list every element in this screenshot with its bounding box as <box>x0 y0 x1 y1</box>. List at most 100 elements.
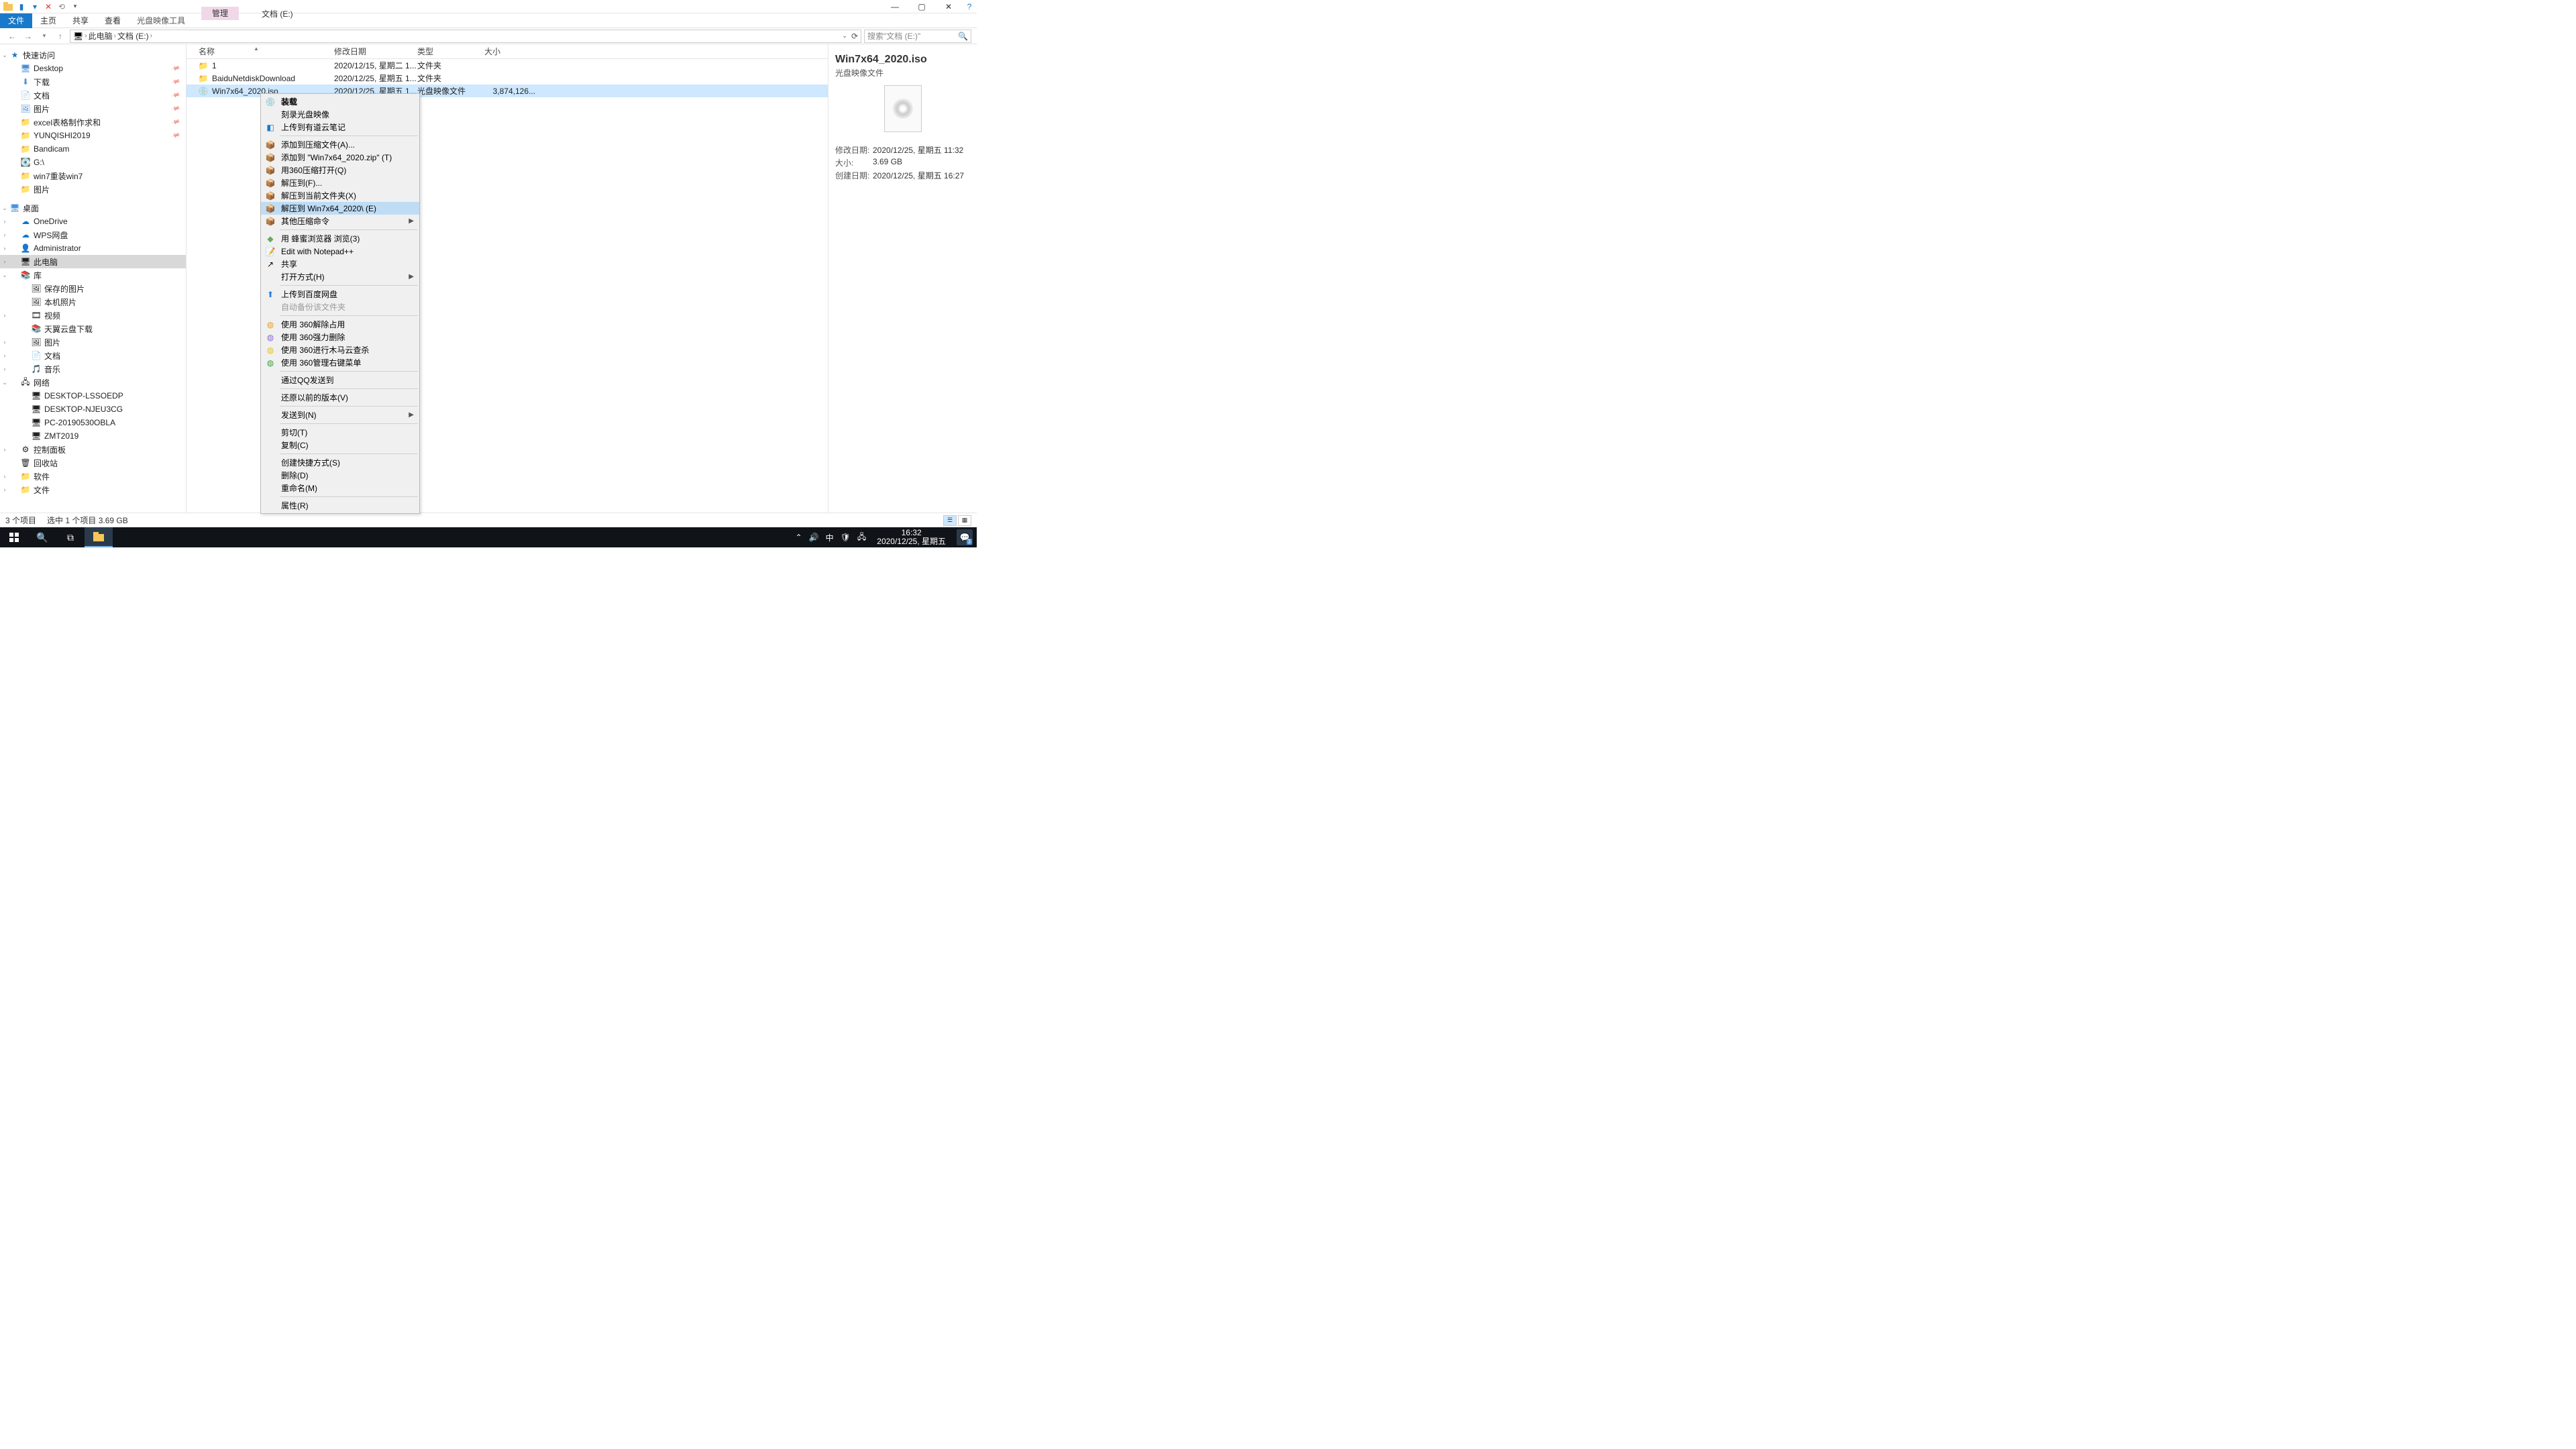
tab-share[interactable]: 共享 <box>64 13 97 28</box>
tree-admin[interactable]: ›👤Administrator <box>0 241 186 255</box>
ctx-open-360zip[interactable]: 📦用360压缩打开(Q) <box>261 164 419 176</box>
ctx-360-delete[interactable]: ◍使用 360强力删除 <box>261 331 419 343</box>
tree-yunqishi[interactable]: 📁YUNQISHI2019 <box>0 129 186 142</box>
tab-view[interactable]: 查看 <box>97 13 129 28</box>
ctx-send-to[interactable]: 发送到(N)▶ <box>261 409 419 421</box>
tree-gdrive[interactable]: 💽G:\ <box>0 156 186 169</box>
tab-iso-tools[interactable]: 光盘映像工具 <box>129 13 193 28</box>
ctx-youdao[interactable]: ◧上传到有道云笔记 <box>261 121 419 133</box>
tab-home[interactable]: 主页 <box>32 13 64 28</box>
ctx-honey-browser[interactable]: ◆用 蜂蜜浏览器 浏览(3) <box>261 232 419 245</box>
ctx-delete[interactable]: 删除(D) <box>261 469 419 482</box>
tree-tianyi[interactable]: 📚天翼云盘下载 <box>0 322 186 335</box>
clock[interactable]: 16:32 2020/12/25, 星期五 <box>873 529 950 546</box>
search-icon[interactable]: 🔍 <box>958 32 968 41</box>
tree-pc4[interactable]: 🖥ZMT2019 <box>0 429 186 443</box>
tree-music[interactable]: ›🎵音乐 <box>0 362 186 376</box>
ctx-other-zip[interactable]: 📦其他压缩命令▶ <box>261 215 419 227</box>
action-center-button[interactable]: 💬3 <box>957 529 973 545</box>
undo-icon[interactable]: ▾ <box>30 1 40 12</box>
view-details-button[interactable]: ☰ <box>943 515 957 526</box>
tree-recycle[interactable]: 🗑回收站 <box>0 456 186 470</box>
view-icons-button[interactable]: ▦ <box>958 515 971 526</box>
network-icon[interactable]: 🖧 <box>857 531 866 545</box>
tree-videos[interactable]: ›🎞视频 <box>0 309 186 322</box>
ctx-cut[interactable]: 剪切(T) <box>261 426 419 439</box>
ctx-restore-prev[interactable]: 还原以前的版本(V) <box>261 391 419 404</box>
tree-quick-access[interactable]: ⌄★快速访问 <box>0 48 186 62</box>
ctx-properties[interactable]: 属性(R) <box>261 499 419 512</box>
addr-dropdown-icon[interactable]: ⌄ <box>842 32 847 40</box>
col-name[interactable]: 名称▲ <box>186 46 334 57</box>
tree-files[interactable]: ›📁文件 <box>0 483 186 496</box>
tree-pics-lib[interactable]: ›🖼图片 <box>0 335 186 349</box>
volume-icon[interactable]: 🔊 <box>809 533 819 542</box>
explorer-taskbar-button[interactable] <box>85 527 113 547</box>
tree-downloads[interactable]: ⬇下载 <box>0 75 186 89</box>
security-icon[interactable]: 🛡 <box>841 533 851 542</box>
refresh-button[interactable]: ⟳ <box>851 32 858 41</box>
tree-pc2[interactable]: 🖥DESKTOP-NJEU3CG <box>0 402 186 416</box>
ctx-baidu-upload[interactable]: ⬆上传到百度网盘 <box>261 288 419 301</box>
history-dropdown[interactable]: ▾ <box>38 30 51 43</box>
forward-button[interactable]: → <box>21 30 35 43</box>
maximize-button[interactable]: ▢ <box>908 0 935 13</box>
ctx-rename[interactable]: 重命名(M) <box>261 482 419 494</box>
ctx-shortcut[interactable]: 创建快捷方式(S) <box>261 456 419 469</box>
ctx-burn[interactable]: 刻录光盘映像 <box>261 108 419 121</box>
ctx-mount[interactable]: 💿装载 <box>261 95 419 108</box>
task-view-button[interactable]: ⧉ <box>56 527 85 547</box>
col-size[interactable]: 大小 <box>484 46 538 57</box>
tree-excel[interactable]: 📁excel表格制作求和 <box>0 115 186 129</box>
tree-documents[interactable]: 📄文档 <box>0 89 186 102</box>
ctx-add-to-archive[interactable]: 📦添加到压缩文件(A)... <box>261 138 419 151</box>
tree-wps[interactable]: ›☁WPS网盘 <box>0 228 186 241</box>
tab-file[interactable]: 文件 <box>0 13 32 28</box>
start-button[interactable] <box>0 527 28 547</box>
search-button[interactable]: 🔍 <box>28 527 56 547</box>
close-button[interactable]: ✕ <box>935 0 962 13</box>
help-button[interactable]: ? <box>962 0 977 13</box>
pin-icon[interactable]: ▮ <box>16 1 27 12</box>
ctx-copy[interactable]: 复制(C) <box>261 439 419 451</box>
breadcrumb-thispc[interactable]: 此电脑 <box>89 30 113 42</box>
delete-qat-icon[interactable]: ✕ <box>43 1 54 12</box>
breadcrumb-drive[interactable]: 文档 (E:) <box>117 30 149 42</box>
tree-pc3[interactable]: 🖥PC-20190530OBLA <box>0 416 186 429</box>
ctx-notepadpp[interactable]: 📝Edit with Notepad++ <box>261 245 419 258</box>
tree-desktop[interactable]: 🖥Desktop <box>0 62 186 75</box>
ctx-share[interactable]: ↗共享 <box>261 258 419 270</box>
chevron-right-icon[interactable]: › <box>85 32 87 40</box>
tree-control-panel[interactable]: ›⚙控制面板 <box>0 443 186 456</box>
col-type[interactable]: 类型 <box>417 46 484 57</box>
tree-this-pc[interactable]: ›🖥此电脑 <box>0 255 186 268</box>
tree-saved-pics[interactable]: 🖼保存的图片 <box>0 282 186 295</box>
table-row[interactable]: 📁BaiduNetdiskDownload 2020/12/25, 星期五 1.… <box>186 72 828 85</box>
table-row[interactable]: 📁1 2020/12/15, 星期二 1... 文件夹 <box>186 59 828 72</box>
up-button[interactable]: ↑ <box>54 30 67 43</box>
tree-onedrive[interactable]: ›☁OneDrive <box>0 215 186 228</box>
props-qat-icon[interactable]: ⟲ <box>56 1 67 12</box>
ctx-extract-folder[interactable]: 📦解压到 Win7x64_2020\ (E) <box>261 202 419 215</box>
tree-libraries[interactable]: ⌄📚库 <box>0 268 186 282</box>
chevron-right-icon[interactable]: › <box>150 32 152 40</box>
minimize-button[interactable]: — <box>881 0 908 13</box>
tree-network[interactable]: ⌄🖧网络 <box>0 376 186 389</box>
search-input[interactable]: 搜索"文档 (E:)" 🔍 <box>864 30 971 43</box>
tree-camera-roll[interactable]: 🖼本机照片 <box>0 295 186 309</box>
tree-bandicam[interactable]: 📁Bandicam <box>0 142 186 156</box>
ctx-360-unlock[interactable]: ◍使用 360解除占用 <box>261 318 419 331</box>
ime-indicator[interactable]: 中 <box>826 532 834 543</box>
tree-docs-lib[interactable]: ›📄文档 <box>0 349 186 362</box>
address-bar[interactable]: 🖥 › 此电脑 › 文档 (E:) › ⌄ ⟳ <box>70 30 861 43</box>
col-date[interactable]: 修改日期 <box>334 46 417 57</box>
ctx-open-with[interactable]: 打开方式(H)▶ <box>261 270 419 283</box>
tree-pictures[interactable]: 🖼图片 <box>0 102 186 115</box>
tree-desktop-root[interactable]: ⌄🖥桌面 <box>0 201 186 215</box>
ctx-360-menu[interactable]: ◍使用 360管理右键菜单 <box>261 356 419 369</box>
ctx-qq-send[interactable]: 通过QQ发送到 <box>261 374 419 386</box>
tree-pictures2[interactable]: 📁图片 <box>0 182 186 196</box>
ctx-360-scan[interactable]: ◍使用 360进行木马云查杀 <box>261 343 419 356</box>
tray-overflow-icon[interactable]: ⌃ <box>796 533 802 542</box>
ctx-extract-here[interactable]: 📦解压到当前文件夹(X) <box>261 189 419 202</box>
